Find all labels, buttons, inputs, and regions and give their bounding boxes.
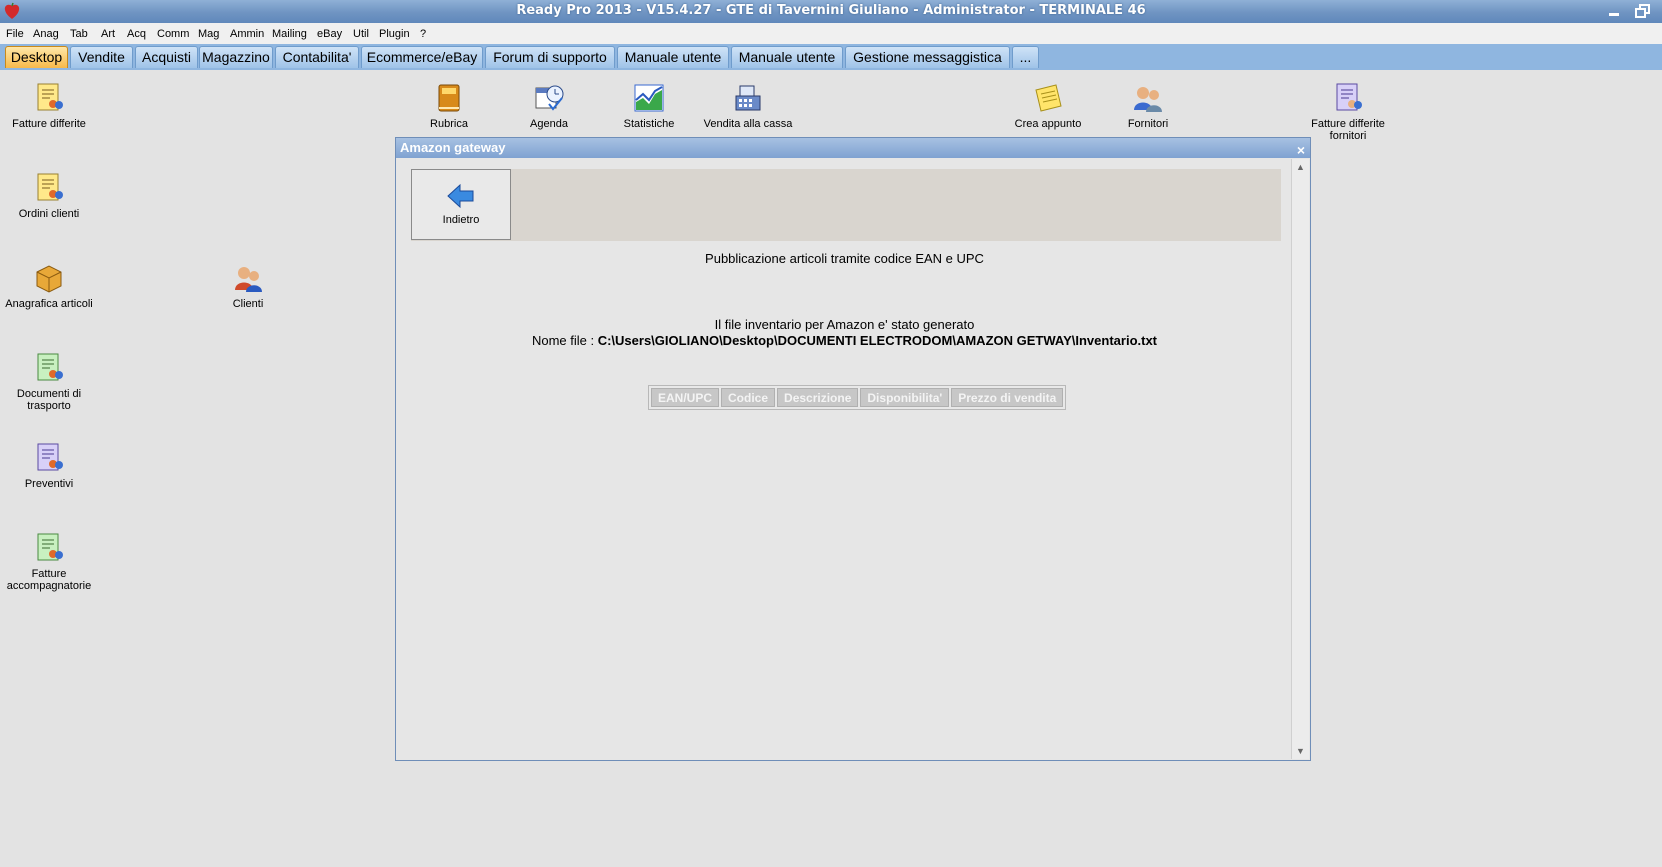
tab-magazzino[interactable]: Magazzino [199,46,273,68]
back-button-label: Indietro [442,214,480,226]
accompanying-invoice-icon [37,533,63,561]
menu-ammin[interactable]: Ammin [230,28,264,40]
column-descrizione[interactable]: Descrizione [777,388,859,407]
dialog-toolbar [411,169,1281,241]
filename-line: Nome file : C:\Users\GIOLIANO\Desktop\DO… [397,333,1292,348]
dialog-heading: Pubblicazione articoli tramite codice EA… [705,251,984,266]
scroll-down-icon[interactable]: ▼ [1292,746,1309,756]
icon-label: Anagrafica articoli [5,298,93,310]
icon-label: Documenti di trasporto [16,388,82,412]
minimize-button[interactable] [1604,2,1626,20]
menu-plugin[interactable]: Plugin [379,28,410,40]
amazon-gateway-dialog: Amazon gateway × Indietro Pubblicazione … [395,137,1311,761]
desktop-icon-statistiche[interactable]: Statistiche [594,82,704,130]
menu-ebay[interactable]: eBay [317,28,342,40]
column-ean-upc[interactable]: EAN/UPC [651,388,720,407]
menu-comm[interactable]: Comm [157,28,189,40]
scroll-up-icon[interactable]: ▲ [1292,162,1309,172]
icon-label: Agenda [530,118,568,130]
arrow-left-icon [447,183,474,209]
transport-document-icon [37,353,63,381]
filename-value: C:\Users\GIOLIANO\Desktop\DOCUMENTI ELEC… [597,333,1158,348]
desktop-icon-ordini-clienti[interactable]: Ordini clienti [0,172,104,220]
calendar-icon [535,85,564,111]
column-codice[interactable]: Codice [721,388,776,407]
quote-icon [37,443,63,471]
tab-contabilita[interactable]: Contabilita' [275,46,359,68]
suppliers-icon [1134,87,1162,112]
customers-icon [235,267,262,292]
address-book-icon [438,84,460,112]
tab-forum-supporto[interactable]: Forum di supporto [485,46,615,68]
desktop-icon-crea-appunto[interactable]: Crea appunto [993,82,1103,130]
icon-label: Ordini clienti [18,208,80,220]
tab-vendite[interactable]: Vendite [70,46,133,68]
tab-bar: Desktop Vendite Acquisti Magazzino Conta… [0,44,1662,70]
desktop-icon-preventivi[interactable]: Preventivi [0,442,104,490]
desktop-icon-documenti-trasporto[interactable]: Documenti di trasporto [0,352,104,412]
table-header: EAN/UPC Codice Descrizione Disponibilita… [648,385,1067,410]
desktop-icon-clienti[interactable]: Clienti [193,262,303,310]
icon-label: Fatture accompagnatorie [6,568,92,592]
tab-gestione-messaggistica[interactable]: Gestione messaggistica [845,46,1010,68]
back-button[interactable]: Indietro [411,169,511,240]
icon-label: Vendita alla cassa [703,118,793,130]
note-icon [1035,84,1062,112]
icon-label: Fornitori [1127,118,1169,130]
icon-label: Clienti [232,298,264,310]
invoice-icon [37,83,63,111]
desktop-icon-anagrafica-articoli[interactable]: Anagrafica articoli [0,262,104,310]
column-disponibilita[interactable]: Disponibilita' [860,388,950,407]
desktop-icon-agenda[interactable]: Agenda [494,82,604,130]
icon-label: Crea appunto [1014,118,1082,130]
desktop-icon-fatture-differite[interactable]: Fatture differite [0,82,104,130]
statistics-icon [634,84,664,112]
menu-acq[interactable]: Acq [127,28,146,40]
menu-bar: File Anag Tab Art Acq Comm Mag Ammin Mai… [0,23,1662,44]
close-icon[interactable]: × [1297,140,1305,160]
menu-file[interactable]: File [6,28,24,40]
supplier-invoice-icon [1336,83,1362,111]
status-message: Il file inventario per Amazon e' stato g… [714,317,975,332]
dialog-body: Indietro Pubblicazione articoli tramite … [397,159,1292,759]
menu-help[interactable]: ? [420,28,426,40]
orders-icon [37,173,63,201]
desktop-icon-fatture-accompagnatorie[interactable]: Fatture accompagnatorie [0,532,104,592]
dialog-title-bar: Amazon gateway × [396,138,1310,158]
tab-manuale-utente-2[interactable]: Manuale utente [731,46,843,68]
window-title: Ready Pro 2013 - V15.4.27 - GTE di Taver… [516,3,1146,18]
icon-label: Preventivi [24,478,74,490]
tab-desktop[interactable]: Desktop [5,46,68,68]
menu-tab[interactable]: Tab [70,28,88,40]
title-bar: Ready Pro 2013 - V15.4.27 - GTE di Taver… [0,0,1662,23]
vertical-scrollbar[interactable]: ▲ ▼ [1291,159,1309,759]
desktop-icon-fornitori[interactable]: Fornitori [1093,82,1203,130]
desktop-icon-vendita-cassa[interactable]: Vendita alla cassa [693,82,803,130]
tab-acquisti[interactable]: Acquisti [135,46,198,68]
desktop-icon-fatture-differite-fornitori[interactable]: Fatture differite fornitori [1293,82,1403,142]
icon-label: Rubrica [430,118,468,130]
menu-anag[interactable]: Anag [33,28,59,40]
tab-manuale-utente[interactable]: Manuale utente [617,46,729,68]
menu-mag[interactable]: Mag [198,28,219,40]
cash-register-icon [735,85,761,111]
restore-button[interactable] [1632,2,1654,20]
column-prezzo-vendita[interactable]: Prezzo di vendita [951,388,1064,407]
desktop-icon-rubrica[interactable]: Rubrica [394,82,504,130]
menu-util[interactable]: Util [353,28,369,40]
tab-ecommerce-ebay[interactable]: Ecommerce/eBay [361,46,483,68]
dialog-title: Amazon gateway [400,140,506,155]
menu-mailing[interactable]: Mailing [272,28,307,40]
icon-label: Fatture differite [12,118,86,130]
box-icon [36,265,62,293]
filename-label: Nome file : [531,333,598,348]
menu-art[interactable]: Art [101,28,115,40]
tab-more[interactable]: ... [1012,46,1039,68]
icon-label: Statistiche [623,118,675,130]
